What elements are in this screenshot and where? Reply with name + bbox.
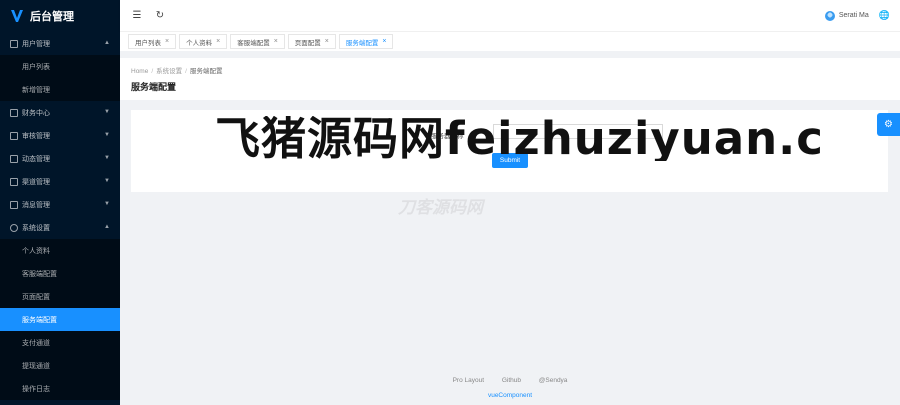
chevron-down-icon: ▼ — [104, 109, 110, 115]
sidebar-item-message[interactable]: 消息管理 ▼ — [0, 193, 120, 216]
top-header: ☰ ↻ Serati Ma 🌐 — [120, 0, 900, 31]
sidebar-item-label: 渠道管理 — [22, 178, 50, 186]
sidebar-item-channel[interactable]: 渠道管理 ▼ — [0, 170, 120, 193]
tab-user-list[interactable]: 用户列表 × — [128, 34, 177, 49]
sidebar: 后台管理 用户管理 ▲ 用户列表 新增管理 财务中心 ▼ 审核管理 ▼ 动态管理… — [0, 0, 120, 405]
chevron-up-icon: ▲ — [104, 224, 110, 230]
sidebar-item-dynamic[interactable]: 动态管理 ▼ — [0, 147, 120, 170]
logo[interactable]: 后台管理 — [0, 0, 120, 32]
footer-link-pro-layout[interactable]: Pro Layout — [453, 377, 484, 384]
sidebar-item-label: 财务中心 — [22, 109, 50, 117]
sidebar-subitem-withdraw-channel[interactable]: 提现通道 — [0, 354, 120, 377]
page-title: 服务端配置 — [131, 82, 177, 92]
page-header: Home / 系统设置 / 服务端配置 服务端配置 — [120, 58, 900, 100]
sidebar-subitem-page-config[interactable]: 页面配置 — [0, 285, 120, 308]
close-icon[interactable]: × — [165, 38, 169, 45]
chevron-up-icon: ▲ — [104, 40, 110, 46]
chevron-down-icon: ▼ — [104, 155, 110, 161]
chevron-down-icon: ▼ — [104, 178, 110, 184]
globe-icon[interactable]: 🌐 — [879, 10, 890, 21]
audit-icon — [10, 131, 18, 140]
reload-icon[interactable]: ↻ — [154, 10, 166, 22]
close-icon[interactable]: × — [216, 38, 220, 45]
breadcrumb-home[interactable]: Home — [131, 68, 148, 75]
sidebar-item-label: 动态管理 — [22, 155, 50, 163]
gear-icon: ⚙ — [884, 119, 893, 130]
tab-server-config[interactable]: 服务端配置 × — [338, 34, 394, 49]
message-icon — [10, 200, 18, 209]
tab-profile[interactable]: 个人资料 × — [179, 34, 228, 49]
logo-icon — [11, 10, 23, 22]
sidebar-item-label: 系统设置 — [22, 224, 50, 232]
header-right: Serati Ma 🌐 — [824, 0, 890, 31]
sidebar-subitem-user-list[interactable]: 用户列表 — [0, 55, 120, 78]
sidebar-subitem-operation-log[interactable]: 操作日志 — [0, 377, 120, 400]
breadcrumb: Home / 系统设置 / 服务端配置 — [131, 65, 222, 75]
sidebar-item-finance[interactable]: 财务中心 ▼ — [0, 101, 120, 124]
channel-icon — [10, 177, 18, 186]
submenu-user-management: 用户列表 新增管理 — [0, 55, 120, 101]
sidebar-subitem-payment-channel[interactable]: 支付通道 — [0, 331, 120, 354]
footer-link-sendya[interactable]: @Sendya — [539, 377, 568, 384]
sidebar-subitem-profile[interactable]: 个人资料 — [0, 239, 120, 262]
footer-link-github[interactable]: Github — [502, 377, 521, 384]
setting-drawer-button[interactable]: ⚙ — [877, 113, 900, 136]
breadcrumb-separator: / — [151, 68, 154, 75]
finance-icon — [10, 108, 18, 117]
breadcrumb-current: 服务端配置 — [189, 68, 223, 75]
username[interactable]: Serati Ma — [839, 12, 869, 19]
breadcrumb-separator: / — [185, 68, 187, 75]
table-icon — [10, 39, 18, 48]
sidebar-item-label: 消息管理 — [22, 201, 50, 209]
gear-icon — [10, 223, 18, 232]
sidebar-item-user-management[interactable]: 用户管理 ▲ — [0, 32, 120, 55]
breadcrumb-parent[interactable]: 系统设置 — [156, 68, 182, 75]
sidebar-subitem-add-management[interactable]: 新增管理 — [0, 78, 120, 101]
close-icon[interactable]: × — [325, 38, 329, 45]
tab-page-config[interactable]: 页面配置 × — [287, 34, 336, 49]
chevron-down-icon: ▼ — [104, 201, 110, 207]
footer-links: Pro Layout Github @Sendya — [120, 377, 900, 384]
tab-label: 用户列表 — [135, 39, 161, 47]
sidebar-item-audit[interactable]: 审核管理 ▼ — [0, 124, 120, 147]
sidebar-item-label: 用户管理 — [22, 40, 50, 48]
watermark-faint: 刀客源码网 — [398, 198, 483, 217]
sidebar-item-system-settings[interactable]: 系统设置 ▲ — [0, 216, 120, 239]
tab-label: 服务端配置 — [345, 39, 379, 47]
tab-label: 页面配置 — [294, 39, 321, 47]
tab-client-config[interactable]: 客服端配置 × — [230, 34, 285, 49]
sidebar-item-label: 审核管理 — [22, 132, 50, 140]
dynamic-icon — [10, 154, 18, 163]
tab-label: 个人资料 — [186, 39, 213, 47]
footer-copyright[interactable]: vueComponent — [120, 392, 900, 399]
close-icon[interactable]: × — [274, 38, 278, 45]
tab-bar: 用户列表 × 个人资料 × 客服端配置 × 页面配置 × 服务端配置 × — [120, 31, 900, 51]
close-icon[interactable]: × — [382, 38, 386, 45]
avatar[interactable] — [824, 10, 835, 21]
tab-label: 客服端配置 — [237, 39, 270, 47]
watermark-overlay: 飞猪源码网feizhuziyuan.c — [215, 116, 824, 161]
chevron-down-icon: ▼ — [104, 132, 110, 138]
app-title: 后台管理 — [30, 11, 74, 23]
submenu-system-settings: 个人资料 客服端配置 页面配置 服务端配置 支付通道 提现通道 操作日志 — [0, 239, 120, 400]
menu-fold-icon[interactable]: ☰ — [131, 10, 143, 22]
sidebar-subitem-server-config[interactable]: 服务端配置 — [0, 308, 120, 331]
sidebar-subitem-client-config[interactable]: 客服端配置 — [0, 262, 120, 285]
